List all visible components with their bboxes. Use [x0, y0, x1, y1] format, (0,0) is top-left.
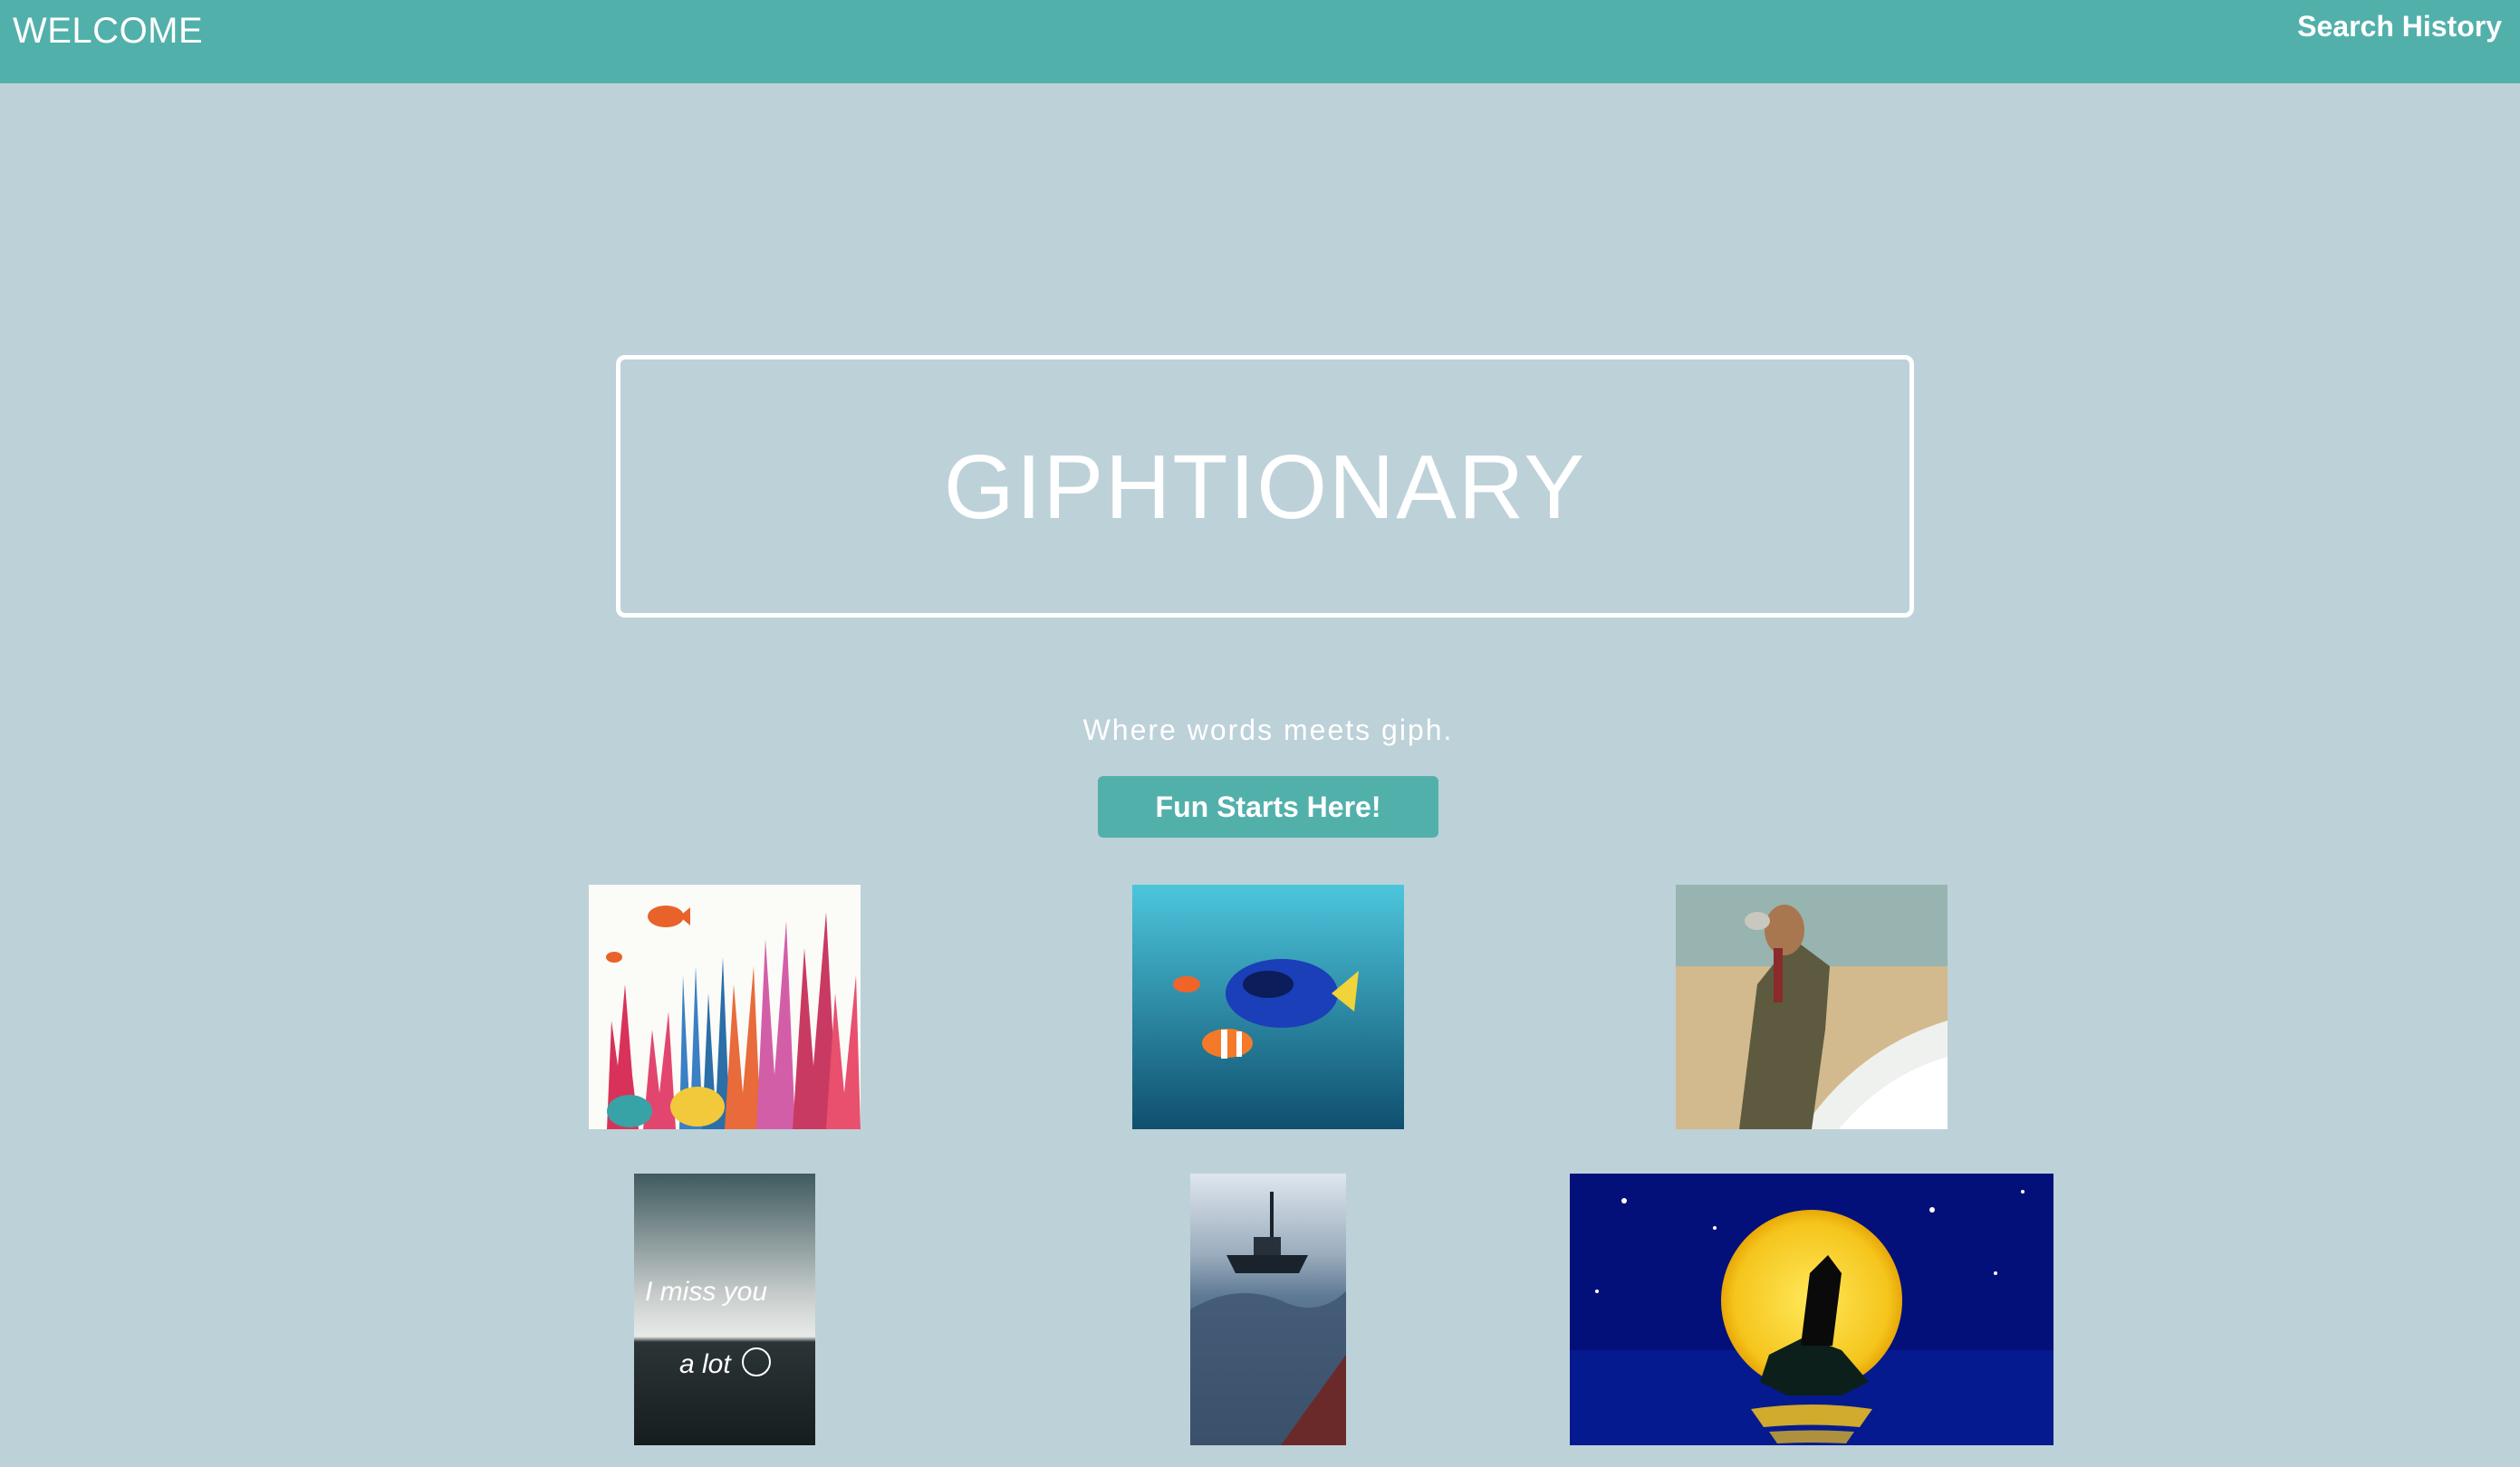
underwater-fish-image — [1132, 885, 1404, 1129]
page-title: GIPHTIONARY — [943, 436, 1587, 538]
caption-line-1: I miss you — [645, 1277, 767, 1307]
gif-coral-reef[interactable] — [589, 885, 861, 1129]
gif-ship-stormy-sea[interactable] — [1190, 1174, 1346, 1445]
gif-man-on-beach[interactable] — [1676, 885, 1948, 1129]
ocean-miss-you-image: I miss you a lot — [634, 1174, 815, 1445]
fun-starts-here-button[interactable]: Fun Starts Here! — [1098, 776, 1438, 838]
gif-ocean-miss-you[interactable]: I miss you a lot — [634, 1174, 815, 1445]
top-navbar: WELCOME Search History — [0, 0, 2520, 83]
tagline: Where words meets giph. — [1082, 714, 1454, 746]
gif-underwater-fish[interactable] — [1132, 885, 1404, 1129]
man-on-beach-image — [1676, 885, 1948, 1129]
brand-welcome-link[interactable]: WELCOME — [13, 13, 203, 49]
search-history-link[interactable]: Search History — [2297, 9, 2502, 43]
ship-stormy-sea-image — [1190, 1174, 1346, 1445]
coral-reef-image — [589, 885, 861, 1129]
gif-mermaid-moon[interactable] — [1570, 1174, 2054, 1445]
mermaid-moon-image — [1570, 1174, 2054, 1445]
caption-line-2: a lot — [679, 1349, 732, 1379]
title-box: GIPHTIONARY — [616, 355, 1914, 618]
